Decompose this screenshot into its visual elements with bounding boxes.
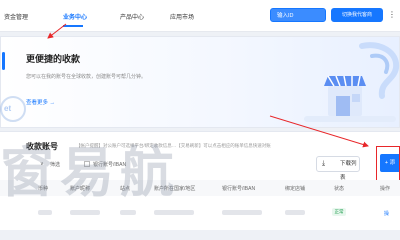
hero-accent-bar (2, 52, 5, 70)
top-nav: 资金管理 业务中心 产品中心 应用市场 输入ID 切换我代客商 ⋮ (0, 0, 400, 32)
download-list-button[interactable]: ⤓ 下载列表 (316, 156, 360, 181)
storefront-illustration-icon (304, 42, 400, 122)
nav-item-business[interactable]: 业务中心 (63, 12, 87, 21)
col-iban: 银行账号/IBAN (222, 186, 256, 192)
active-tab-indicator (63, 25, 83, 27)
watermark: 窗易航 (0, 141, 180, 204)
col-store: 绑定店铺 (285, 186, 306, 192)
col-status: 状态 (334, 186, 345, 192)
more-icon[interactable]: ⋮ (386, 8, 398, 22)
cell-nickname-obscured (70, 210, 100, 215)
hero-title: 更便捷的收款 (26, 54, 81, 64)
watermark-logo-text: et (4, 104, 12, 113)
cell-iban-obscured (222, 210, 262, 215)
switch-merchant-button[interactable]: 切换我代客商 (331, 8, 383, 22)
search-input[interactable]: 输入ID (270, 8, 326, 22)
nav-item-apps[interactable]: 应用市场 (170, 12, 194, 21)
nav-item-funds[interactable]: 资金管理 (4, 12, 28, 21)
highlight-box (376, 146, 400, 182)
nav-item-products[interactable]: 产品中心 (120, 12, 144, 21)
download-icon: ⤓ (322, 160, 326, 167)
status-badge: 正常 (332, 208, 346, 216)
cell-site-obscured (120, 210, 136, 215)
learn-more-link[interactable]: 查看更多 → (26, 98, 55, 106)
col-action: 操作 (380, 186, 391, 192)
cell-country-obscured (154, 210, 194, 215)
cell-store-obscured (285, 210, 305, 215)
cell-currency-obscured (38, 210, 52, 215)
row-action-link[interactable]: 操 (384, 210, 389, 217)
hero-description: 您可以在我的账号在全球收款，创建账号可帮几分钟。 (26, 74, 147, 80)
